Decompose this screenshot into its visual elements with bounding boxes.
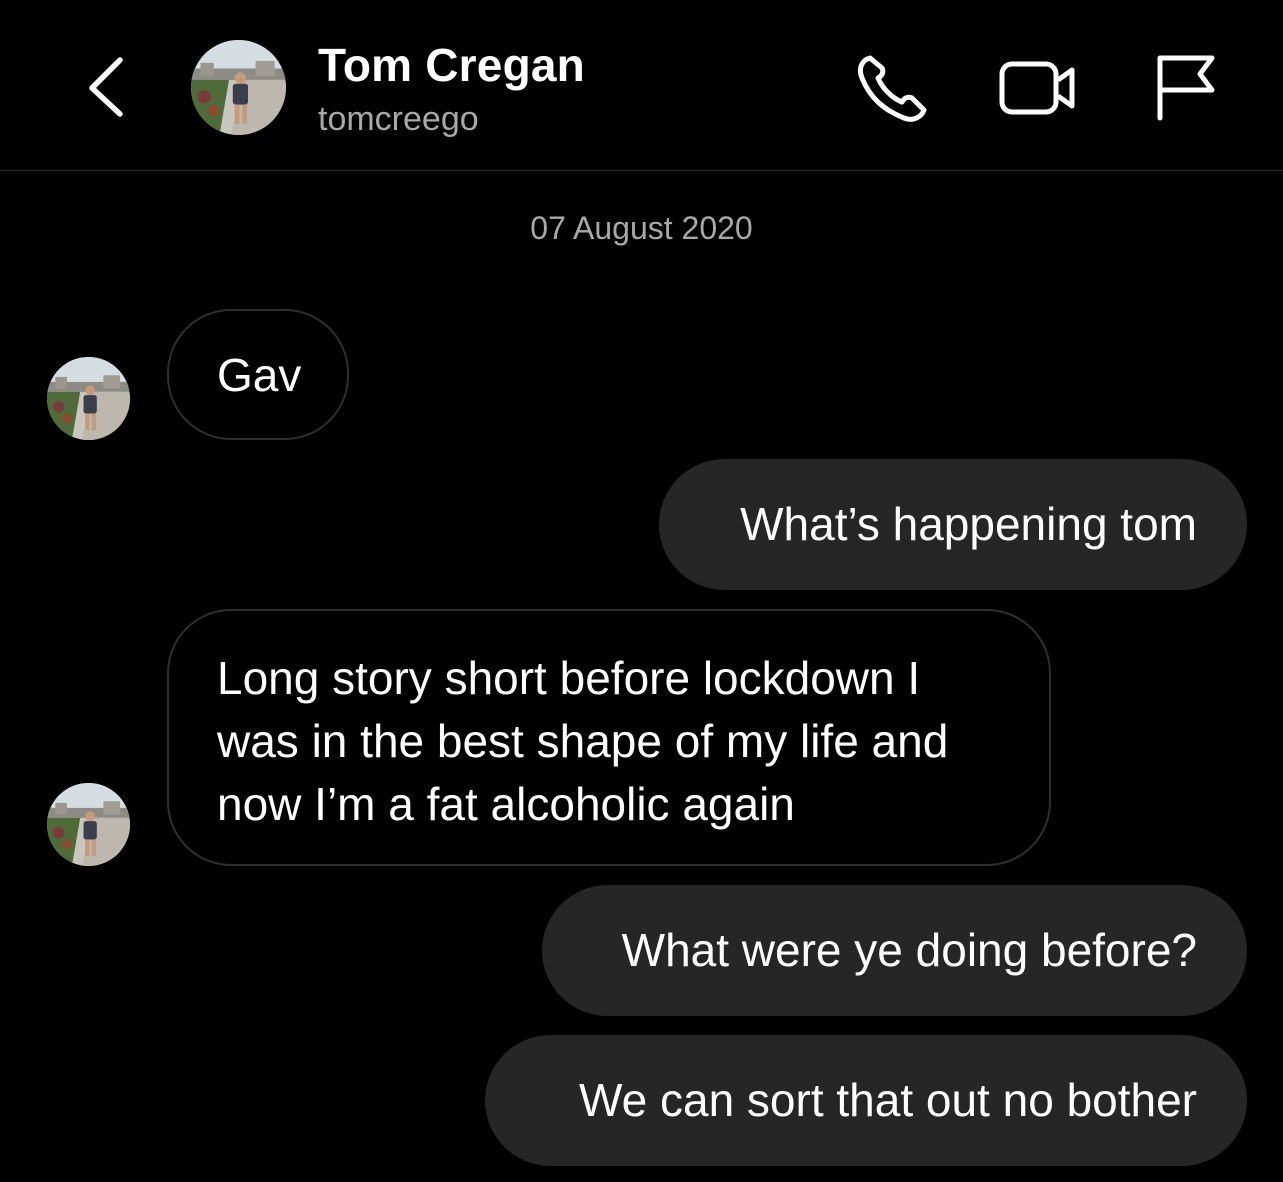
message-text: Gav — [217, 349, 302, 401]
back-button[interactable] — [80, 52, 132, 122]
message-text: What were ye doing before? — [621, 924, 1197, 976]
incoming-message[interactable]: Long story short before lockdown I was i… — [167, 609, 1051, 866]
report-button[interactable] — [1150, 50, 1220, 125]
back-chevron-icon — [89, 57, 123, 117]
thread-date: 07 August 2020 — [530, 210, 753, 246]
message-text: We can sort that out no bother — [579, 1074, 1197, 1126]
chat-header: Tom Cregan tomcreego — [0, 0, 1283, 171]
message-avatar[interactable] — [47, 357, 130, 440]
message-avatar[interactable] — [47, 783, 130, 866]
outgoing-message[interactable]: What’s happening tom — [659, 459, 1247, 590]
video-call-button[interactable] — [996, 52, 1082, 122]
contact-avatar[interactable] — [191, 40, 286, 135]
outgoing-message[interactable]: We can sort that out no bother — [485, 1035, 1247, 1166]
phone-icon — [857, 55, 927, 122]
avatar-photo — [47, 357, 130, 440]
incoming-message[interactable]: Gav — [167, 309, 349, 440]
flag-icon — [1157, 55, 1215, 121]
message-line: Long story short before lockdown I — [217, 652, 921, 704]
message-text: What’s happening tom — [740, 498, 1197, 550]
message-line: was in the best shape of my life and — [217, 715, 949, 767]
avatar-photo — [47, 783, 130, 866]
outgoing-message[interactable]: What were ye doing before? — [542, 885, 1247, 1016]
contact-handle[interactable]: tomcreego — [318, 100, 479, 139]
dm-thread-screen: Tom Cregan tomcreego 07 August 2020 Gav … — [0, 0, 1283, 1182]
video-camera-icon — [999, 61, 1075, 115]
contact-name[interactable]: Tom Cregan — [318, 38, 585, 92]
message-line: now I’m a fat alcoholic again — [217, 778, 795, 830]
avatar-photo — [191, 40, 286, 135]
audio-call-button[interactable] — [852, 50, 932, 125]
